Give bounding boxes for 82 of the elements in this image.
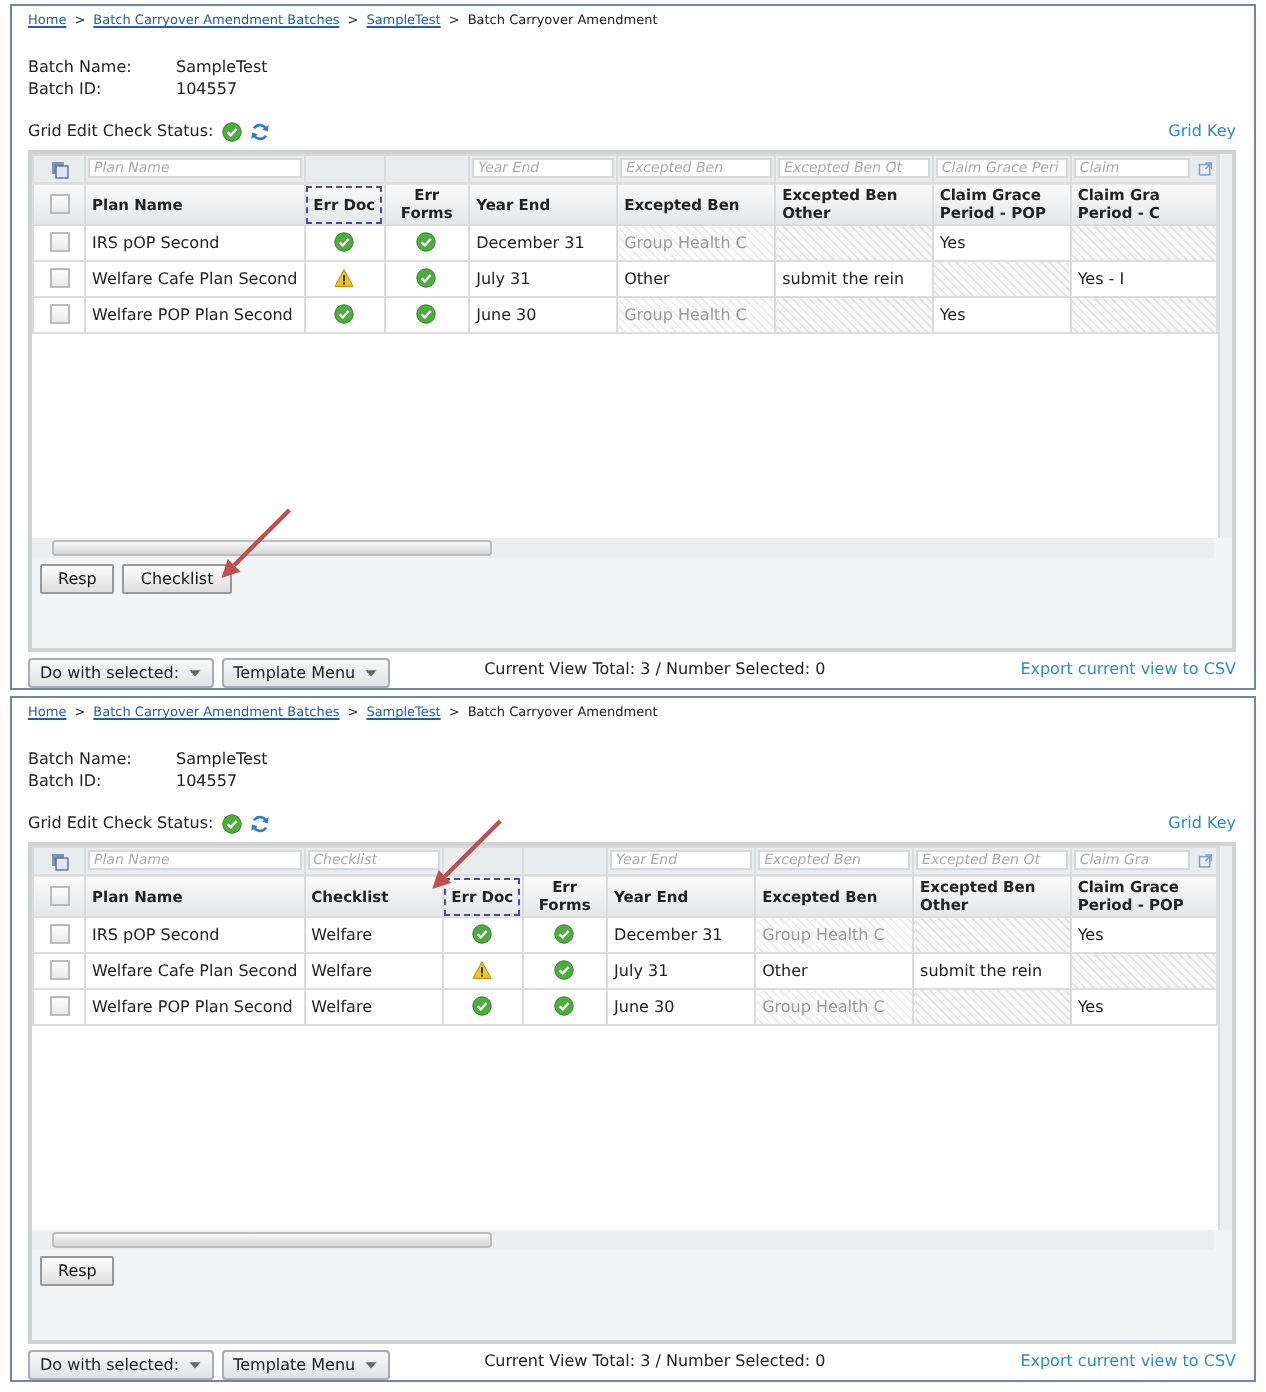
vertical-scrollbar[interactable] (1217, 153, 1232, 538)
table-cell: June 30 (469, 297, 618, 333)
table-cell: December 31 (469, 225, 618, 261)
export-csv-link[interactable]: Export current view to CSV (1020, 658, 1236, 682)
table-cell: Welfare Cafe Plan Second (85, 261, 305, 297)
caret-icon (187, 666, 202, 680)
dropdown-menu-button[interactable]: Do with selected: (28, 1350, 214, 1380)
disabled-cell: Group Health C (755, 917, 914, 953)
disabled-cell: Group Health C (755, 989, 914, 1025)
row-checkbox[interactable] (49, 960, 69, 981)
table-cell: Yes (932, 297, 1071, 333)
table-cell: Welfare (304, 989, 443, 1025)
check-circle-icon (416, 268, 437, 289)
refresh-icon (249, 813, 270, 834)
warning-icon (334, 268, 355, 289)
scrollbar-thumb[interactable] (52, 540, 492, 556)
row-checkbox[interactable] (49, 304, 69, 325)
select-all-checkbox[interactable] (49, 886, 69, 906)
check-circle-icon (472, 924, 493, 945)
popout-icon (1198, 851, 1214, 870)
table-cell: Yes (1070, 989, 1217, 1025)
horizontal-scrollbar[interactable] (32, 538, 1214, 558)
field-value: 104557 (176, 771, 238, 790)
caret-icon (363, 1358, 378, 1372)
field-label: Batch ID: (28, 77, 104, 100)
table-cell: December 31 (607, 917, 756, 953)
vertical-scrollbar[interactable] (1217, 845, 1232, 1230)
select-all-checkbox[interactable] (49, 194, 69, 214)
table-cell: Welfare POP Plan Second (85, 297, 305, 333)
check-circle-icon (334, 232, 355, 253)
dropdown-menu-button[interactable]: Template Menu (221, 658, 390, 688)
row-checkbox[interactable] (49, 268, 69, 289)
check-circle-icon (554, 996, 575, 1017)
caret-icon (187, 1358, 202, 1372)
popout-icon (1198, 159, 1214, 178)
table-cell: Welfare (304, 917, 443, 953)
callout-arrow (432, 819, 502, 889)
check-circle-icon (334, 304, 355, 325)
row-checkbox[interactable] (49, 996, 69, 1017)
callout-arrow (221, 508, 292, 578)
table-cell: July 31 (469, 261, 618, 297)
row-checkbox[interactable] (49, 232, 69, 253)
check-circle-icon (416, 304, 437, 325)
scrollbar-thumb[interactable] (52, 1232, 492, 1248)
check-circle-icon (472, 996, 493, 1017)
grid-button[interactable]: Resp (40, 564, 115, 594)
check-circle-icon (221, 813, 242, 834)
dropdown-menu-button[interactable]: Do with selected: (28, 658, 214, 688)
horizontal-scrollbar[interactable] (32, 1230, 1214, 1250)
view-summary: Current View Total: 3 / Number Selected: 0 (482, 1350, 828, 1374)
check-circle-icon (554, 924, 575, 945)
status-label: Grid Edit Check Status: (28, 119, 214, 144)
grid-key-link[interactable]: Grid Key (1168, 811, 1236, 836)
view-summary: Current View Total: 3 / Number Selected: 0 (482, 658, 828, 682)
warning-icon (472, 960, 493, 981)
check-circle-icon (554, 960, 575, 981)
grid-button[interactable]: Resp (40, 1256, 115, 1286)
field-value: SampleTest (176, 57, 268, 76)
status-label: Grid Edit Check Status: (28, 811, 214, 836)
table-cell: June 30 (607, 989, 756, 1025)
field-value: SampleTest (176, 749, 268, 768)
grid-key-link[interactable]: Grid Key (1168, 119, 1236, 144)
table-cell: Welfare Cafe Plan Second (85, 953, 305, 989)
disabled-cell: Group Health C (617, 297, 776, 333)
field-label: Batch Name: (28, 55, 134, 78)
table-cell: Welfare POP Plan Second (85, 989, 305, 1025)
disabled-cell: Group Health C (617, 225, 776, 261)
grid-button[interactable]: Checklist (122, 564, 232, 594)
refresh-icon (249, 121, 270, 142)
row-checkbox[interactable] (49, 924, 69, 945)
table-cell: IRS pOP Second (85, 917, 305, 953)
caret-icon (363, 666, 378, 680)
check-circle-icon (221, 121, 242, 142)
export-csv-link[interactable]: Export current view to CSV (1020, 1350, 1236, 1374)
dropdown-menu-button[interactable]: Template Menu (221, 1350, 390, 1380)
table-cell: July 31 (607, 953, 756, 989)
table-cell: Welfare (304, 953, 443, 989)
field-label: Batch Name: (28, 747, 134, 770)
check-circle-icon (416, 232, 437, 253)
field-value: 104557 (176, 79, 238, 98)
table-cell: IRS pOP Second (85, 225, 305, 261)
field-label: Batch ID: (28, 769, 104, 792)
